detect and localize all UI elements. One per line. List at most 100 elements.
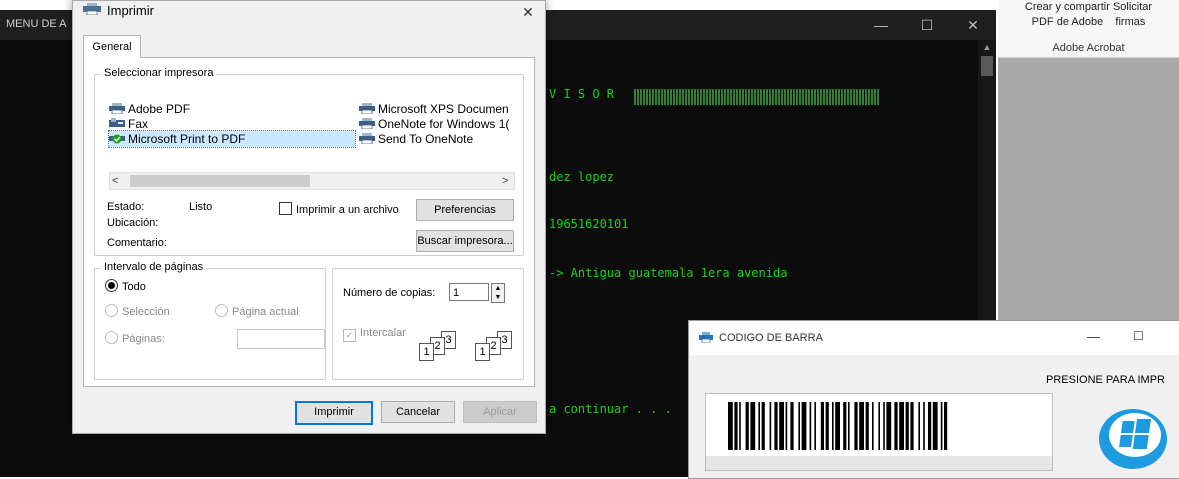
barcode-bar [769,402,772,450]
radio-button[interactable] [215,304,228,317]
printer-name: Microsoft Print to PDF [128,132,246,146]
scroll-thumb[interactable] [981,56,993,76]
maximize-icon[interactable]: ☐ [1133,329,1144,343]
close-icon[interactable]: ✕ [950,10,996,40]
pages-input[interactable] [237,329,325,349]
print-to-file-checkbox[interactable]: Imprimir a un archivo [279,202,399,216]
copies-spinner[interactable]: ▲ ▼ [491,283,505,303]
barcode-bar [854,402,858,450]
minimize-icon[interactable]: — [1087,329,1100,344]
printer-item[interactable]: Fax [109,116,148,132]
barcode-bar [734,402,738,450]
checkbox-box[interactable] [279,202,292,215]
barcode-bar [944,402,948,450]
maximize-icon[interactable]: ☐ [904,10,950,40]
printer-icon [83,3,101,15]
scroll-left-icon[interactable]: < [112,173,118,189]
windows-logo-button[interactable] [1097,403,1169,471]
scroll-up-icon[interactable]: ▲ [978,40,996,54]
printer-item-selected[interactable]: Microsoft Print to PDF [108,130,356,148]
barcode-bar [825,402,829,450]
find-printer-button[interactable]: Buscar impresora... [416,230,514,252]
general-tab-panel: Seleccionar impresora Adobe PDF Fax Micr… [83,57,535,387]
console-line: -> Antigua guatemala 1era avenida [549,266,788,280]
console-line: a continuar . . . [549,402,672,416]
apply-button[interactable]: Aplicar [463,401,537,423]
barcode-bar [878,402,880,450]
barcode-window: CODIGO DE BARRA — ☐ PRESIONE PARA IMPR [688,320,1179,479]
printer-item[interactable]: Adobe PDF [109,101,190,117]
printer-icon [699,332,713,343]
copies-input[interactable]: 1 [449,283,489,301]
printer-name: Microsoft XPS Documen [378,102,509,116]
barcode-strip [706,456,1052,470]
minimize-icon[interactable]: — [858,10,904,40]
barcode-window-title: CODIGO DE BARRA [719,332,823,344]
printer-item[interactable]: OneNote for Windows 1( [359,116,509,132]
collate-label: Intercalar [360,327,406,339]
barcode-bar [848,402,850,450]
printer-name: OneNote for Windows 1( [378,117,510,131]
printer-icon [359,103,375,114]
copies-label: Número de copias: [343,287,436,299]
printer-list-scrollbar[interactable]: < > [109,172,515,190]
status-label: Estado: [107,201,145,213]
radio-button[interactable] [105,279,118,292]
printer-icon [359,118,375,129]
barcode-bar [883,402,885,450]
acrobat-ribbon: Crear y compartir Solicitar PDF de Adobe… [998,0,1179,58]
collate-pages-icon: 3 2 1 [419,331,463,367]
radio-button[interactable] [105,331,118,344]
spin-down-icon[interactable]: ▼ [495,294,502,301]
barcode-bar [728,402,733,450]
barcode-bar [814,402,816,450]
range-current-radio[interactable]: Página actual [215,304,299,318]
acrobat-tool-line[interactable]: Crear y compartir Solicitar [998,0,1179,15]
barcode-bar [798,402,800,450]
printer-icon [359,133,375,144]
acrobat-tool-line[interactable]: PDF de Adobe firmas [998,15,1179,30]
spin-up-icon[interactable]: ▲ [495,285,502,292]
range-all-radio[interactable]: Todo [105,279,146,293]
barcode-bar [865,402,869,450]
collate-checkbox[interactable]: ✓ Intercalar [343,327,406,342]
cancel-button[interactable]: Cancelar [381,401,455,423]
barcode-bar [809,402,812,450]
scroll-thumb[interactable] [130,175,310,187]
barcode-bar [739,402,741,450]
barcode-body: PRESIONE PARA IMPR [689,355,1179,478]
range-pages-radio[interactable]: Páginas: [105,331,165,345]
preferences-button[interactable]: Preferencias [416,199,514,221]
console-line: V I S O R [549,87,615,101]
range-current-label: Página actual [232,306,299,318]
print-button[interactable]: Imprimir [295,401,373,425]
print-to-file-label: Imprimir a un archivo [296,204,399,216]
dialog-title: Imprimir [107,3,154,18]
radio-button[interactable] [105,304,118,317]
barcode-bar [832,402,834,450]
checkbox-box[interactable]: ✓ [343,329,356,342]
print-dialog: Imprimir ✕ General Seleccionar impresora… [72,0,546,434]
console-title: MENU DE A [6,18,67,30]
copies-group: Número de copias: 1 ▲ ▼ ✓ Intercalar 3 2 1… [332,268,524,380]
printer-list[interactable]: Adobe PDF Fax Microsoft Print to PDF Mic… [108,101,513,165]
barcode-bar [785,402,788,450]
barcode-bar [894,402,898,450]
collate-pages-icon: 3 2 1 [475,331,519,367]
barcode-bar [905,402,909,450]
status-value: Listo [189,201,213,213]
console-scrollbar[interactable]: ▲ [978,40,996,330]
scroll-right-icon[interactable]: > [502,173,508,189]
tab-general[interactable]: General [83,35,141,58]
acrobat-tools[interactable]: Crear y compartir Solicitar PDF de Adobe… [998,0,1179,30]
printer-item[interactable]: Microsoft XPS Documen [359,101,509,117]
printer-name: Send To OneNote [378,132,474,146]
console-block-bar [634,89,880,105]
range-selection-radio[interactable]: Selección [105,304,170,318]
printer-item[interactable]: Send To OneNote [359,131,473,147]
barcode-bar [918,402,920,450]
barcode-hint: PRESIONE PARA IMPR [1046,374,1165,386]
range-all-label: Todo [122,281,146,293]
barcode-bar [932,402,938,450]
close-icon[interactable]: ✕ [517,1,539,23]
